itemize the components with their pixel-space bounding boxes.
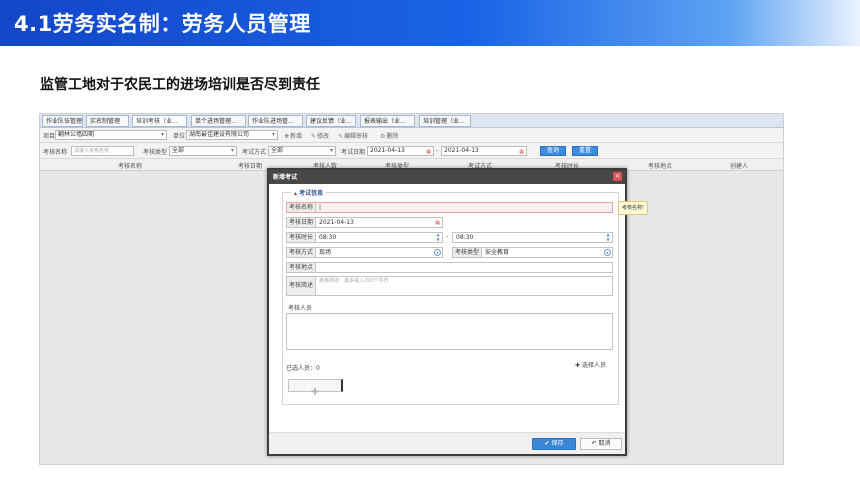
column-header[interactable]: 考核名称 bbox=[118, 161, 142, 170]
project-label: 项目 bbox=[43, 133, 56, 140]
unit-label: 单位 bbox=[173, 133, 186, 140]
tab-team-entry[interactable]: 作业队进场管... bbox=[248, 115, 303, 127]
filter-bar: 考核名称 请输入考核名称 考核类型 全部 ▾ 考试方式 全部 ▾ 考试日期 2021… bbox=[40, 143, 783, 159]
method-filter-label: 考试方式 bbox=[242, 149, 267, 156]
duration-start-field[interactable]: 考核时长 08:30 ▲ ▼ bbox=[286, 232, 443, 243]
type-filter-label: 考核类型 bbox=[143, 149, 168, 156]
name-filter-label: 考核名称 bbox=[43, 149, 68, 156]
calendar-icon[interactable]: ▦ bbox=[435, 219, 440, 227]
people-area[interactable] bbox=[286, 313, 613, 350]
select-people-button[interactable]: ✚ 选择人员 bbox=[575, 360, 606, 369]
chevron-down-icon: ▾ bbox=[329, 147, 333, 154]
tab-training-exam[interactable]: 培训考核（业... bbox=[132, 115, 187, 127]
dialog-header: 新增考试 × bbox=[269, 170, 625, 184]
exam-type-select[interactable]: 考核类型 安全教育 ▾ bbox=[452, 247, 613, 258]
exam-place-field[interactable]: 考核地点 bbox=[286, 262, 613, 273]
puzzle-icon[interactable]: ✚ bbox=[288, 379, 343, 398]
people-label: 考核人员 bbox=[288, 305, 313, 312]
save-button[interactable]: ✔ 保存 bbox=[532, 438, 576, 450]
query-button[interactable]: 查询 bbox=[540, 146, 566, 156]
tab-report[interactable]: 报表输出（业... bbox=[360, 115, 415, 127]
chevron-down-icon: ▾ bbox=[230, 147, 234, 154]
plus-icon: ✚ bbox=[284, 133, 290, 140]
column-header[interactable]: 考核日期 bbox=[238, 161, 262, 170]
exam-info-section: ▴ 考试信息 考核名称 | 考核日期 2021-04-13 ▦ 考核时长 08:30 ▲ ▼… bbox=[282, 188, 619, 405]
spinner-icon[interactable]: ▲ ▼ bbox=[605, 233, 611, 242]
date-separator: - bbox=[436, 147, 439, 154]
column-header[interactable]: 创建人 bbox=[730, 161, 748, 170]
project-select[interactable]: 翻林公墙四期 ▾ bbox=[55, 130, 167, 140]
page-title: 4.1劳务实名制：劳务人员管理 bbox=[14, 12, 311, 36]
add-button[interactable]: ✚新增 bbox=[284, 131, 302, 140]
spinner-icon[interactable]: ▲ ▼ bbox=[435, 233, 441, 242]
chevron-down-icon: ▾ bbox=[271, 131, 275, 138]
section-legend[interactable]: ▴ 考试信息 bbox=[291, 188, 327, 197]
tab-bar: 作业队伍管理 实名制管理 培训考核（业... 单个进场管理... 作业队进场管.… bbox=[40, 114, 783, 128]
title-banner: 4.1劳务实名制：劳务人员管理 bbox=[0, 0, 860, 46]
duration-end-field[interactable]: 08:30 ▲ ▼ bbox=[452, 232, 613, 243]
delete-button[interactable]: ⚙删除 bbox=[380, 131, 398, 140]
calendar-icon: ▦ bbox=[519, 149, 524, 155]
date-to-input[interactable]: 2021-04-13 ▦ bbox=[441, 146, 527, 156]
gear-icon: ⚙ bbox=[380, 133, 386, 140]
date-from-input[interactable]: 2021-04-13 ▦ bbox=[367, 146, 434, 156]
exam-name-field[interactable]: 考核名称 | bbox=[286, 202, 613, 213]
reset-button[interactable]: 重置 bbox=[572, 146, 598, 156]
chevron-down-icon: ▾ bbox=[604, 249, 611, 256]
new-exam-dialog: 新增考试 × ▴ 考试信息 考核名称 | 考核日期 2021-04-13 ▦ 考核时长… bbox=[267, 168, 649, 456]
toolbar: 项目 翻林公墙四期 ▾ 单位 湖南最佳建设有限公司 ▾ ✚新增 ✎修改 ✎编辑审核 … bbox=[40, 128, 783, 143]
dialog-footer: ✔ 保存 ↶ 取消 bbox=[269, 432, 625, 454]
tab-training-management[interactable]: 培训管理（业... bbox=[419, 115, 471, 127]
method-filter-select[interactable]: 全部 ▾ bbox=[268, 146, 336, 156]
slide: 4.1劳务实名制：劳务人员管理 监管工地对于农民工的进场培训是否尽到责任 作业队… bbox=[0, 0, 860, 484]
edit-button[interactable]: ✎修改 bbox=[311, 131, 329, 140]
chevron-down-icon: ▾ bbox=[160, 131, 164, 138]
pencil-icon: ✎ bbox=[311, 133, 317, 140]
close-icon[interactable]: × bbox=[613, 172, 622, 181]
tab-single-entry[interactable]: 单个进场管理... bbox=[191, 115, 246, 127]
edit-review-button[interactable]: ✎编辑审核 bbox=[338, 131, 368, 140]
cancel-button[interactable]: ↶ 取消 bbox=[580, 438, 622, 450]
tab-feedback[interactable]: 建议反馈（业... bbox=[306, 115, 356, 127]
exam-date-field[interactable]: 考核日期 2021-04-13 ▦ bbox=[286, 217, 443, 228]
tab-real-name[interactable]: 实名制管理 bbox=[86, 115, 129, 127]
slide-subtitle: 监管工地对于农民工的进场培训是否尽到责任 bbox=[40, 77, 320, 93]
exam-desc-field[interactable]: 考核简述考核简述：最多输入200个字符 bbox=[286, 276, 613, 296]
name-filter-input[interactable]: 请输入考核名称 bbox=[71, 146, 134, 156]
chevron-down-icon: ▾ bbox=[434, 249, 441, 256]
validation-tooltip: 考核名称! bbox=[618, 201, 649, 215]
calendar-icon: ▦ bbox=[426, 149, 431, 155]
date-filter-label: 考试日期 bbox=[341, 149, 366, 156]
tab-team-management[interactable]: 作业队伍管理 bbox=[42, 115, 83, 127]
dialog-title: 新增考试 bbox=[273, 174, 298, 181]
selected-count: 已选人员：0 bbox=[286, 365, 320, 372]
pencil-icon: ✎ bbox=[338, 133, 344, 140]
exam-method-select[interactable]: 考核方式 现场 ▾ bbox=[286, 247, 443, 258]
type-filter-select[interactable]: 全部 ▾ bbox=[169, 146, 237, 156]
duration-separator: - bbox=[446, 233, 449, 240]
unit-select[interactable]: 湖南最佳建设有限公司 ▾ bbox=[186, 130, 278, 140]
column-header[interactable]: 考核地点 bbox=[648, 161, 672, 170]
